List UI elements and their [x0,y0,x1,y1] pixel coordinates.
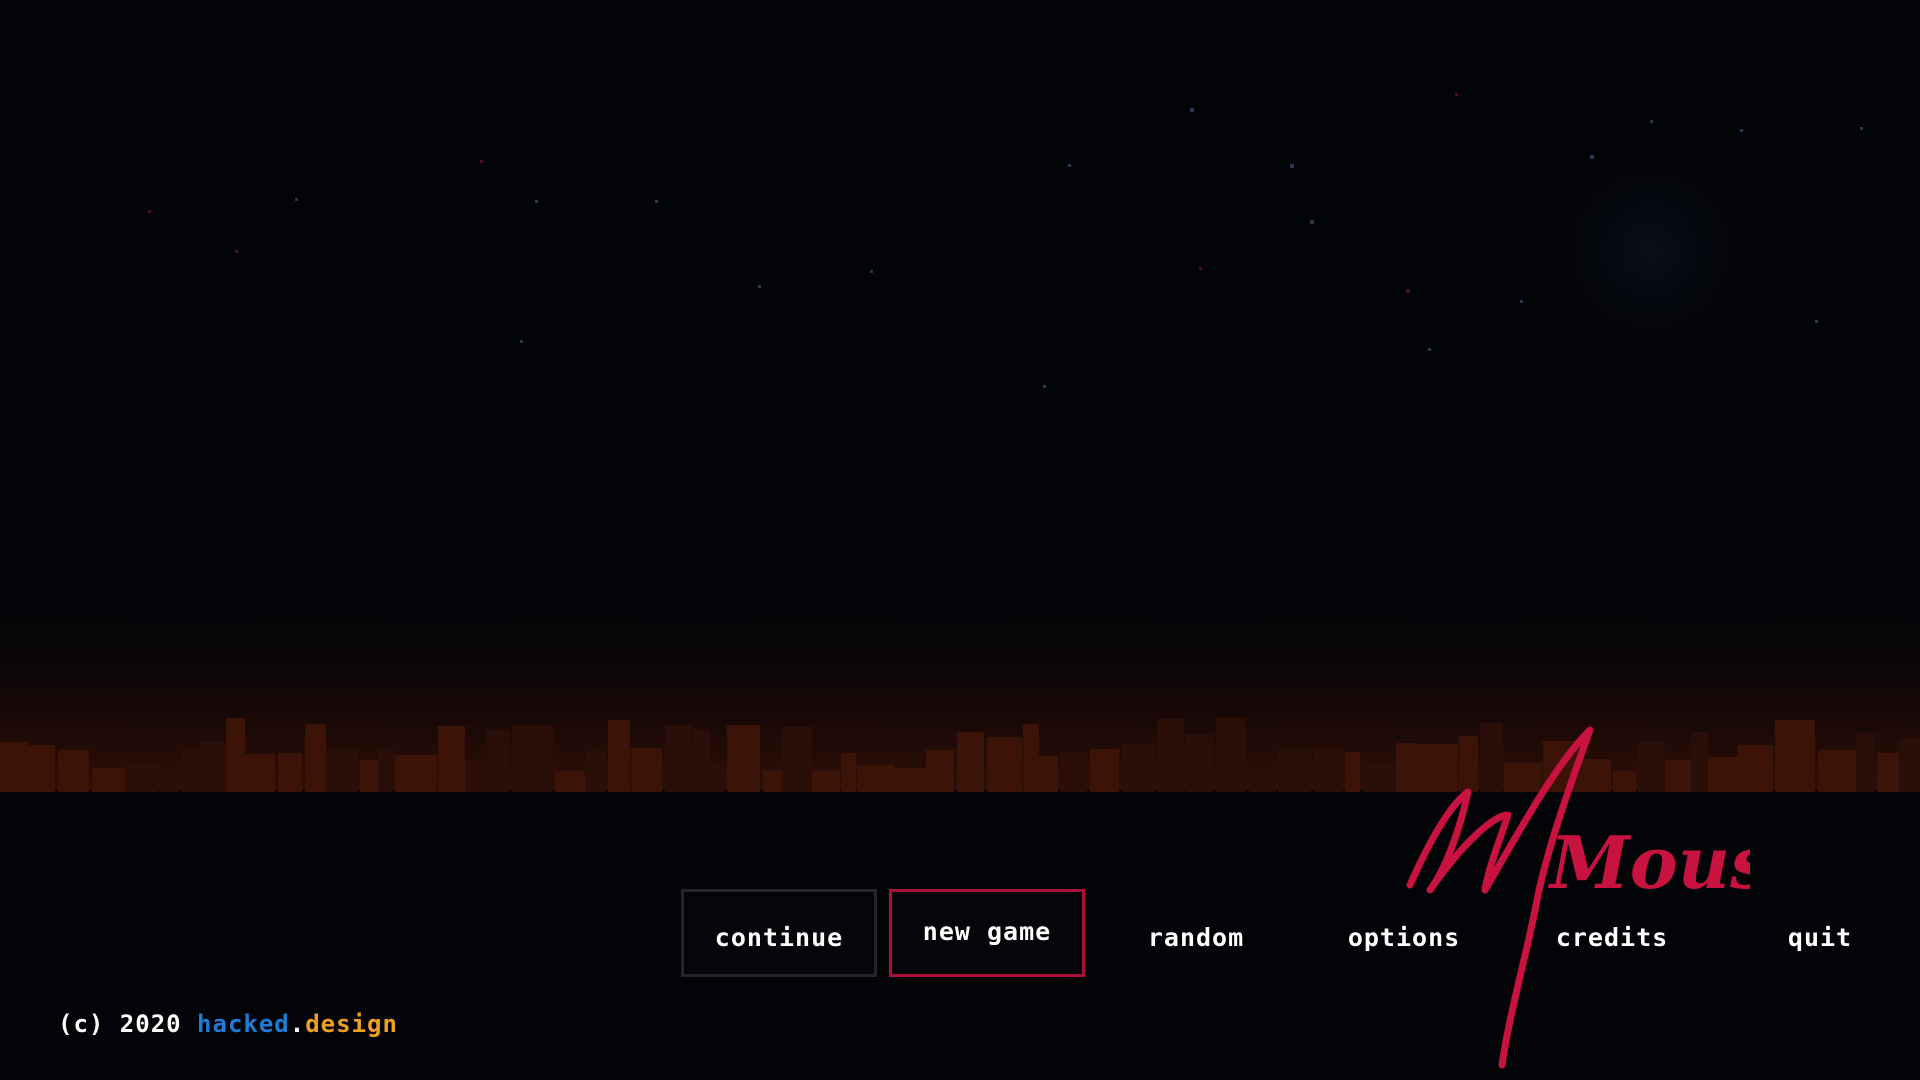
building [857,765,894,792]
star [1199,267,1202,270]
star [1310,220,1314,224]
options-button[interactable]: options [1306,889,1502,977]
building [1818,750,1856,792]
brand-design[interactable]: design [305,1010,398,1038]
star [1428,348,1431,351]
quit-label: quit [1787,922,1853,952]
building [326,750,358,792]
building [58,750,89,792]
building [0,742,28,792]
star [870,270,873,273]
star [758,285,761,288]
random-label: random [1147,922,1245,952]
star [1068,164,1071,167]
copyright-notice: (c) 2020 hacked.design [58,1010,398,1038]
faint-moon [1540,140,1760,360]
quit-button[interactable]: quit [1722,889,1918,977]
star [535,200,538,203]
credits-button[interactable]: credits [1514,889,1710,977]
building [28,745,55,792]
building [378,750,393,792]
star [1455,93,1458,96]
building [438,726,465,792]
building [182,748,199,792]
building [693,729,710,792]
star [1650,120,1653,123]
star [295,198,298,201]
building [1345,752,1360,792]
brand-hacked[interactable]: hacked [197,1010,290,1038]
building [1314,748,1343,792]
building [1856,733,1874,792]
random-button[interactable]: random [1098,889,1294,977]
star [1520,300,1523,303]
building [278,753,302,792]
building [245,754,275,792]
building [305,724,326,792]
building [894,768,926,792]
credits-label: credits [1555,922,1669,952]
building [555,771,585,792]
building [1216,718,1246,792]
star [1740,129,1743,132]
copyright-prefix: (c) 2020 [58,1010,198,1038]
star [1406,289,1410,293]
options-label: options [1347,922,1461,952]
star [1190,108,1194,112]
building [608,720,630,792]
building [1122,745,1155,792]
building [711,764,725,792]
building [487,730,509,792]
building [1039,756,1058,792]
building [1157,719,1184,792]
continue-label: continue [714,922,844,952]
building [957,732,984,792]
building [665,725,692,792]
brand-dot: . [289,1010,306,1038]
building [1185,734,1213,792]
building [782,727,812,792]
building [226,718,245,792]
building [812,770,840,792]
star [655,200,658,203]
building [125,764,159,792]
building [1249,768,1276,792]
star [1815,320,1818,323]
building [841,753,856,792]
building [1775,720,1815,792]
building [987,737,1022,792]
building [160,770,179,792]
building [360,760,378,792]
building [395,755,437,792]
building [466,759,487,792]
building [1023,724,1039,792]
building [92,768,125,792]
building [763,770,782,792]
star [1590,155,1594,159]
star [148,210,151,213]
building [586,751,606,792]
star [520,340,523,343]
building [512,725,553,792]
building [1877,753,1899,792]
star [1043,385,1046,388]
star [480,160,483,163]
star [235,250,238,253]
building [199,742,225,792]
building [1899,738,1920,792]
building [1278,751,1311,792]
star [1860,127,1863,130]
building [1060,752,1087,792]
new-game-button[interactable]: new game [889,889,1085,977]
building [926,750,954,792]
continue-button[interactable]: continue [681,889,877,977]
building [727,725,760,792]
star [1290,164,1294,168]
building [631,748,662,792]
new-game-label: new game [922,916,1052,946]
building [1090,749,1119,792]
